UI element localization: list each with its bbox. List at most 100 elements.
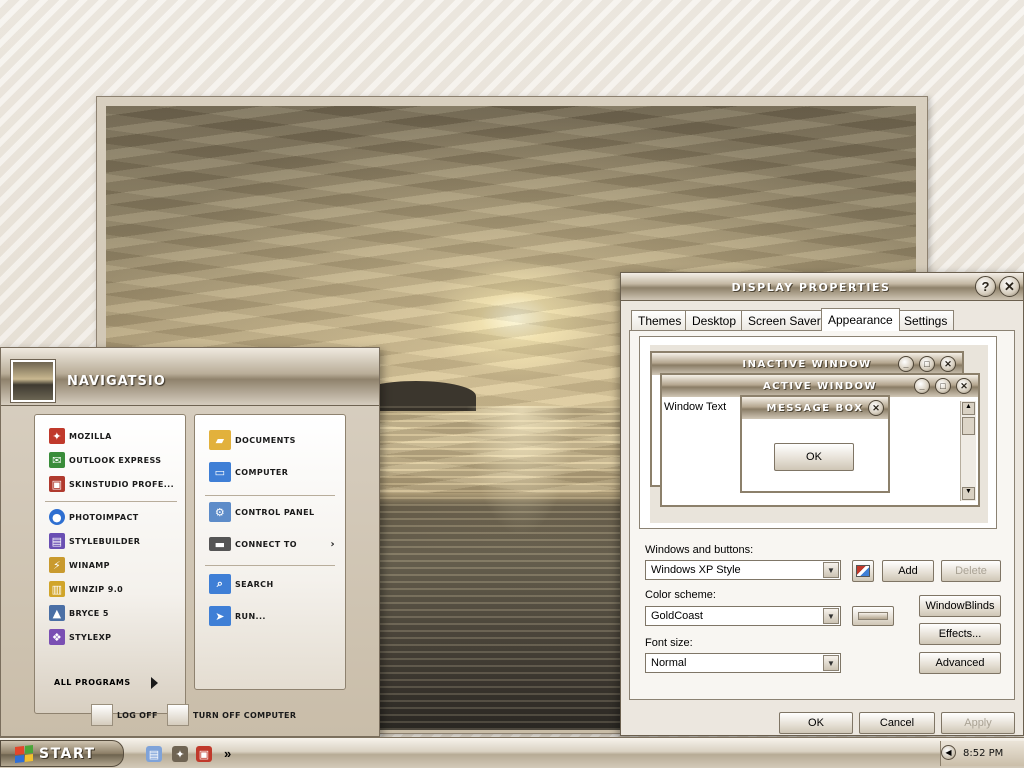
add-button[interactable]: Add: [882, 560, 934, 582]
font-size-select[interactable]: Normal ▼: [645, 653, 841, 673]
start-button[interactable]: START: [0, 740, 124, 767]
start-menu: NAVIGATSIO ✦ MOZILLA ✉ OUTLOOK EXPRESS ▣…: [0, 347, 380, 737]
start-menu-places-panel: ▰ DOCUMENTS ▭ COMPUTER ⚙ CONTROL PANEL ▬…: [194, 414, 346, 690]
menu-item-run[interactable]: ➤ RUN...: [209, 605, 266, 627]
outlook-express-icon: ✉: [49, 452, 65, 468]
tab-appearance[interactable]: Appearance: [821, 308, 900, 331]
maximize-icon: □: [919, 356, 935, 372]
delete-button[interactable]: Delete: [941, 560, 1001, 582]
maximize-icon: □: [935, 378, 951, 394]
menu-item-bryce[interactable]: ▲ BRYCE 5: [49, 602, 109, 624]
minimize-icon: _: [914, 378, 930, 394]
run-icon: ➤: [209, 606, 231, 626]
scroll-down-icon: ▼: [962, 487, 975, 500]
color-swatch-icon: [858, 612, 888, 620]
color-scheme-select[interactable]: GoldCoast ▼: [645, 606, 841, 626]
scroll-thumb: [962, 417, 975, 435]
menu-item-winamp[interactable]: ⚡ WINAMP: [49, 554, 110, 576]
scroll-up-icon: ▲: [962, 402, 975, 415]
menu-separator: [205, 495, 335, 496]
chevron-down-icon: ▼: [823, 608, 839, 624]
windows-buttons-select[interactable]: Windows XP Style ▼: [645, 560, 841, 580]
menu-item-winzip[interactable]: ▥ WINZIP 9.0: [49, 578, 123, 600]
wallpaper-sun-reflection: [466, 406, 576, 536]
menu-item-connect-to[interactable]: ▬ CONNECT TO ›: [209, 533, 335, 555]
quick-launch-skinstudio-icon[interactable]: ▣: [196, 746, 212, 762]
start-menu-programs-panel: ✦ MOZILLA ✉ OUTLOOK EXPRESS ▣ SKINSTUDIO…: [34, 414, 186, 714]
preview-window-text: Window Text: [664, 401, 727, 413]
quick-launch-app-icon[interactable]: ✦: [172, 746, 188, 762]
windows-buttons-label: Windows and buttons:: [645, 544, 754, 556]
tab-desktop[interactable]: Desktop: [685, 310, 744, 330]
effects-button[interactable]: Effects...: [919, 623, 1001, 645]
menu-separator: [205, 565, 335, 566]
clock[interactable]: 8:52 PM: [963, 748, 1003, 759]
search-icon: ⌕: [209, 574, 231, 594]
winamp-icon: ⚡: [49, 557, 65, 573]
taskbar: START ▤ ✦ ▣ » ◀ 8:52 PM: [0, 737, 1024, 768]
tray-expand-icon[interactable]: ◀: [941, 745, 956, 760]
menu-item-computer[interactable]: ▭ COMPUTER: [209, 461, 288, 483]
stylexp-icon: ❖: [49, 629, 65, 645]
cancel-button[interactable]: Cancel: [859, 712, 935, 734]
display-properties-dialog: DISPLAY PROPERTIES ? ✕ Themes Desktop Sc…: [620, 272, 1024, 736]
system-tray: ◀ 8:52 PM: [940, 741, 1024, 766]
preview-inactive-title: INACTIVE WINDOW: [652, 353, 962, 375]
color-scheme-options-button[interactable]: [852, 606, 894, 626]
start-menu-header: NAVIGATSIO: [1, 348, 379, 406]
avatar[interactable]: [11, 360, 55, 402]
preview-theme-button[interactable]: [852, 560, 874, 582]
quick-launch-overflow-button[interactable]: »: [224, 746, 231, 761]
dialog-title: DISPLAY PROPERTIES: [731, 281, 891, 294]
skinstudio-icon: ▣: [49, 476, 65, 492]
windowblinds-button[interactable]: WindowBlinds: [919, 595, 1001, 617]
color-scheme-label: Color scheme:: [645, 589, 716, 601]
preview-message-title: MESSAGE BOX: [742, 397, 888, 419]
documents-icon: ▰: [209, 430, 231, 450]
menu-item-stylexp[interactable]: ❖ STYLEXP: [49, 626, 111, 648]
close-icon: ✕: [868, 400, 884, 416]
help-button[interactable]: ?: [975, 276, 996, 297]
bryce-icon: ▲: [49, 605, 65, 621]
preview-scrollbar: ▲ ▼: [960, 401, 976, 501]
theme-preview-icon: [856, 565, 870, 577]
menu-item-search[interactable]: ⌕ SEARCH: [209, 573, 274, 595]
control-panel-icon: ⚙: [209, 502, 231, 522]
close-icon: ✕: [1004, 278, 1015, 294]
winzip-icon: ▥: [49, 581, 65, 597]
windows-logo-icon: [15, 744, 33, 763]
user-name: NAVIGATSIO: [67, 374, 166, 389]
stylebuilder-icon: ▤: [49, 533, 65, 549]
menu-separator: [45, 501, 177, 502]
advanced-button[interactable]: Advanced: [919, 652, 1001, 674]
preview-message-box: MESSAGE BOX ✕ OK: [740, 395, 890, 493]
minimize-icon: _: [898, 356, 914, 372]
chevron-down-icon: ▼: [823, 655, 839, 671]
menu-item-control-panel[interactable]: ⚙ CONTROL PANEL: [209, 501, 314, 523]
dialog-title-bar[interactable]: DISPLAY PROPERTIES ? ✕: [621, 273, 1023, 301]
log-off-icon[interactable]: [91, 704, 113, 726]
quick-launch-explorer-icon[interactable]: ▤: [146, 746, 162, 762]
menu-item-outlook-express[interactable]: ✉ OUTLOOK EXPRESS: [49, 449, 161, 471]
turn-off-computer-button[interactable]: TURN OFF COMPUTER: [193, 711, 296, 720]
submenu-arrow-icon: ›: [330, 538, 335, 550]
connect-to-icon: ▬: [209, 537, 231, 551]
close-button[interactable]: ✕: [999, 276, 1020, 297]
tab-themes[interactable]: Themes: [631, 310, 689, 330]
ok-button[interactable]: OK: [779, 712, 853, 734]
turn-off-icon[interactable]: [167, 704, 189, 726]
tab-screen-saver[interactable]: Screen Saver: [741, 310, 828, 330]
chevron-down-icon: ▼: [823, 562, 839, 578]
menu-item-photoimpact[interactable]: ● PHOTOIMPACT: [49, 506, 139, 528]
log-off-button[interactable]: LOG OFF: [117, 711, 158, 720]
menu-item-skinstudio[interactable]: ▣ SKINSTUDIO PROFE...: [49, 473, 174, 495]
preview-active-title: ACTIVE WINDOW: [662, 375, 978, 397]
all-programs-button[interactable]: ALL PROGRAMS: [54, 678, 131, 687]
menu-item-mozilla[interactable]: ✦ MOZILLA: [49, 425, 112, 447]
menu-item-documents[interactable]: ▰ DOCUMENTS: [209, 429, 296, 451]
tab-settings[interactable]: Settings: [897, 310, 955, 330]
apply-button[interactable]: Apply: [941, 712, 1015, 734]
menu-item-stylebuilder[interactable]: ▤ STYLEBUILDER: [49, 530, 140, 552]
computer-icon: ▭: [209, 462, 231, 482]
help-icon: ?: [981, 279, 990, 294]
